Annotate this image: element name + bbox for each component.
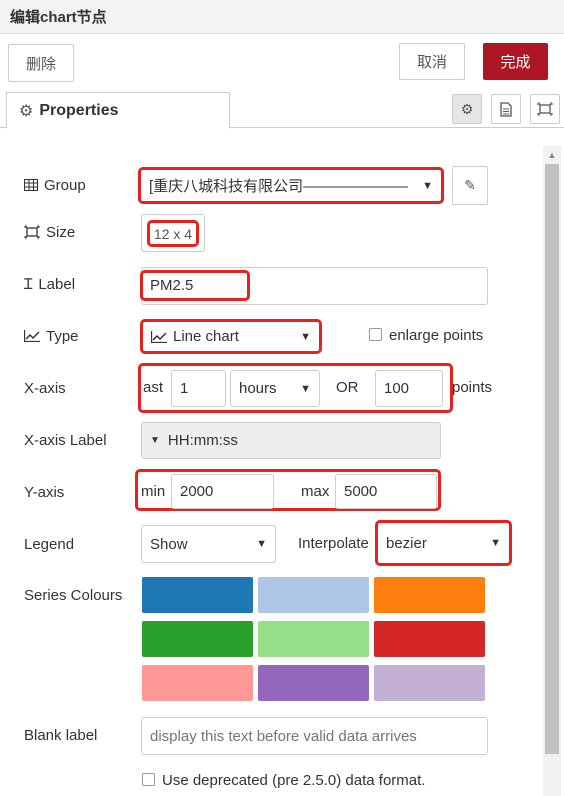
series-colour-swatch[interactable] [258,621,369,657]
series-colour-swatch[interactable] [374,621,485,657]
yaxis-min-label: min [141,483,166,500]
deprecated-format-label: Use deprecated (pre 2.5.0) data format. [162,772,426,789]
text-cursor-icon: Ɪ [24,275,33,293]
delete-button[interactable]: 删除 [8,44,74,82]
xaxis-label: X-axis [24,379,66,397]
yaxis-min-input[interactable]: 2000 [171,474,274,509]
yaxis-max-label: max [301,483,330,500]
series-colour-swatch[interactable] [374,665,485,701]
enlarge-points-checkbox[interactable] [369,328,382,341]
done-button[interactable]: 完成 [483,43,548,80]
legend-select[interactable]: Show ▼ [141,525,276,563]
scroll-up-icon[interactable]: ▲ [545,150,559,160]
dialog-header: 编辑chart节点 [0,0,564,34]
xaxis-points-label: points [452,379,493,396]
tab-properties[interactable]: ⚙ Properties [6,92,230,129]
line-chart-icon [151,330,167,343]
scrollbar-thumb[interactable] [545,164,559,754]
caret-down-icon: ▼ [150,435,160,446]
xaxis-format-select[interactable]: ▼ HH:mm:ss [141,422,441,459]
xaxis-points-input[interactable]: 100 [375,370,443,407]
edit-group-button[interactable]: ✎ [452,166,488,205]
group-label: Group [24,175,86,195]
gear-icon[interactable]: ⚙ [452,94,482,124]
xaxis-format-label: X-axis Label [24,431,107,449]
chevron-down-icon: ▼ [490,537,501,549]
series-colours-label: Series Colours [24,586,123,604]
series-colour-swatch[interactable] [142,621,253,657]
interpolate-label: Interpolate [298,535,369,552]
blank-label-label: Blank label [24,726,98,744]
chevron-down-icon: ▼ [256,538,267,550]
group-select[interactable]: [重庆八城科技有限公司——————— ▼ [138,167,444,204]
line-chart-icon [24,330,40,342]
chevron-down-icon: ▼ [300,382,311,395]
chevron-down-icon: ▼ [300,330,311,343]
yaxis-max-input[interactable]: 5000 [335,474,437,509]
series-colour-swatch[interactable] [258,577,369,613]
gear-icon: ⚙ [19,102,34,120]
frame-icon[interactable] [530,94,560,124]
xaxis-unit-select[interactable]: hours ▼ [230,370,320,407]
xaxis-prefix: ast [143,379,164,396]
size-button[interactable]: 12 x 4 [147,220,199,247]
tab-properties-label: Properties [39,101,119,119]
document-icon[interactable] [491,94,521,124]
enlarge-points-label: enlarge points [389,327,484,344]
type-select[interactable]: Line chart ▼ [140,319,322,354]
series-colour-swatch[interactable] [258,665,369,701]
frame-icon [24,225,40,239]
series-colour-swatch[interactable] [374,577,485,613]
blank-label-input[interactable] [141,717,488,755]
type-label: Type [24,326,79,346]
dialog-title: 编辑chart节点 [10,9,107,26]
xaxis-amount-input[interactable]: 1 [171,370,226,407]
label-input[interactable]: PM2.5 [140,270,250,301]
yaxis-label: Y-axis [24,483,65,501]
interpolate-select[interactable]: bezier ▼ [375,520,512,566]
chevron-down-icon: ▼ [422,179,433,192]
pencil-icon: ✎ [464,177,476,193]
deprecated-format-checkbox[interactable] [142,773,155,786]
cancel-button[interactable]: 取消 [399,43,465,80]
series-colour-swatch[interactable] [142,665,253,701]
table-icon [24,179,38,191]
legend-label: Legend [24,535,75,553]
series-colour-swatch[interactable] [142,577,253,613]
xaxis-or-label: OR [336,379,359,396]
label-label: Ɪ Label [24,275,76,293]
size-label: Size [24,222,75,242]
